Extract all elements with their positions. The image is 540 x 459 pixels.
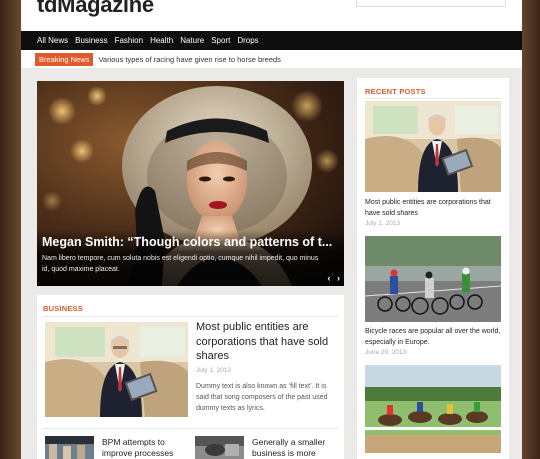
main-nav: All News Business Fashion Health Nature …	[21, 31, 522, 50]
recent-post-thumbnail[interactable]	[365, 365, 501, 453]
nav-item-sport[interactable]: Sport	[211, 36, 230, 45]
post-thumbnail[interactable]	[45, 436, 94, 459]
breaking-news-link[interactable]: Various types of racing have given rise …	[98, 55, 280, 64]
nav-item-business[interactable]: Business	[75, 36, 107, 45]
feature-post-excerpt: Dummy text is also known as ‘fill text’.…	[196, 383, 328, 412]
post-thumbnail[interactable]	[195, 436, 244, 459]
post-title[interactable]: Generally a smaller business is more	[252, 437, 347, 459]
breaking-news-label: Breaking News	[35, 52, 94, 66]
business-section: BUSINESS Most public entities are corpor	[37, 295, 344, 459]
recent-post-thumbnail[interactable]	[365, 236, 501, 322]
divider	[365, 98, 501, 99]
nav-item-all-news[interactable]: All News	[37, 36, 68, 45]
recent-post-thumbnail[interactable]	[365, 101, 501, 192]
chevron-right-icon[interactable]: ›	[337, 273, 340, 283]
divider	[43, 428, 338, 429]
feature-post-date: July 1, 2013	[196, 367, 232, 374]
list-item[interactable]: BPM attempts to improve processes	[45, 436, 195, 459]
recent-post-title[interactable]: Most public entities are corporations th…	[365, 198, 501, 219]
featured-slider[interactable]: Megan Smith: “Though colors and patterns…	[37, 81, 344, 286]
search-input[interactable]	[356, 0, 506, 7]
divider	[43, 316, 338, 317]
recent-post-title[interactable]: Bicycle races are popular all over the w…	[365, 327, 501, 348]
recent-post-date: June 29, 2013	[365, 349, 407, 356]
slider-title[interactable]: Megan Smith: “Though colors and patterns…	[42, 235, 340, 249]
nav-item-nature[interactable]: Nature	[180, 36, 204, 45]
slider-excerpt: Nam libero tempore, cum soluta nobis est…	[42, 255, 319, 273]
feature-image-businessman[interactable]	[45, 322, 188, 417]
page: tdMagazine All News Business Fashion Hea…	[21, 0, 522, 459]
nav-item-fashion[interactable]: Fashion	[115, 36, 143, 45]
nav-item-drops[interactable]: Drops	[237, 36, 258, 45]
site-logo[interactable]: tdMagazine	[37, 0, 154, 18]
feature-post-title[interactable]: Most public entities are corporations th…	[196, 320, 341, 364]
recent-post-date: July 1, 2013	[365, 220, 401, 227]
post-title[interactable]: BPM attempts to improve processes	[102, 437, 197, 459]
nav-item-health[interactable]: Health	[150, 36, 173, 45]
list-item[interactable]: Generally a smaller business is more	[195, 436, 345, 459]
sidebar-recent-posts: RECENT POSTS Most public entities are co…	[357, 78, 509, 459]
chevron-left-icon[interactable]: ‹	[327, 273, 330, 283]
section-title-recent-posts: RECENT POSTS	[365, 87, 426, 96]
section-title-business[interactable]: BUSINESS	[43, 304, 83, 313]
breaking-news-bar: Breaking News Various types of racing ha…	[21, 50, 522, 68]
header: tdMagazine	[21, 0, 522, 31]
slider-arrows: ‹ ›	[323, 273, 340, 283]
